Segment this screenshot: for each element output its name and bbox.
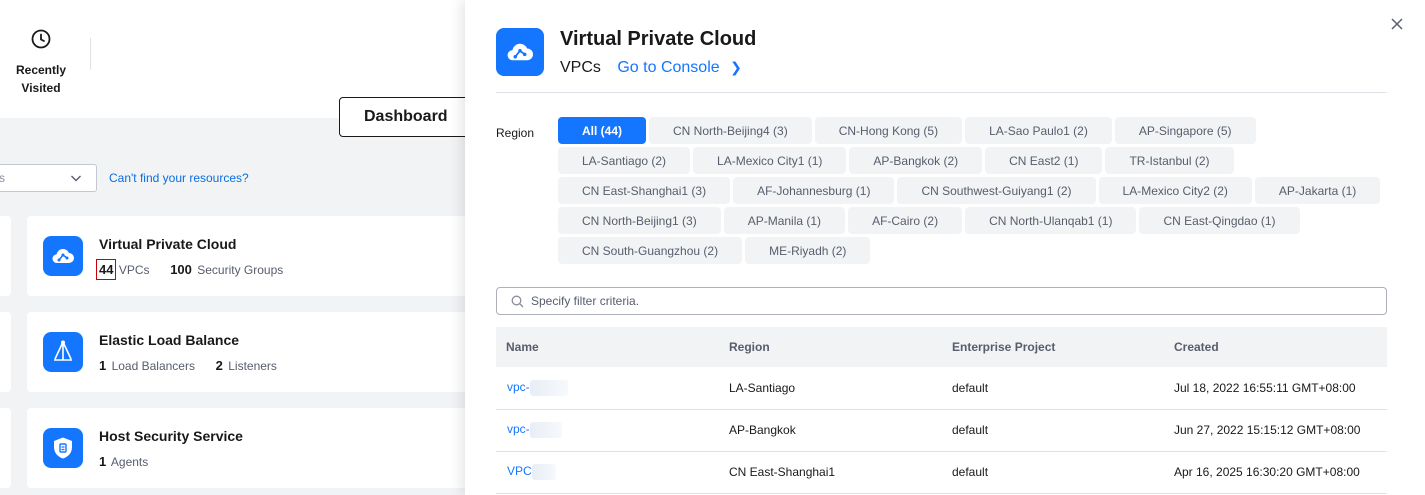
region-chip[interactable]: AP-Jakarta (1) [1254, 177, 1381, 204]
region-chip[interactable]: CN North-Beijing4 (3) [649, 117, 812, 144]
region-chip[interactable]: CN Southwest-Guiyang1 (2) [897, 177, 1096, 204]
vpc-count[interactable]: 44 [95, 259, 117, 280]
region-chip[interactable]: CN South-Guangzhou (2) [558, 237, 743, 264]
region-chip[interactable]: LA-Santiago (2) [558, 147, 691, 174]
dashboard-button[interactable]: Dashboard [339, 97, 474, 137]
header-divider [496, 92, 1387, 93]
agent-count[interactable]: 1 [99, 454, 106, 469]
vpc-count-label: VPCs [118, 263, 150, 277]
divider [90, 38, 91, 70]
region-chip[interactable]: ME-Riyadh (2) [745, 237, 871, 264]
load-balancer-label: Load Balancers [111, 359, 195, 373]
card-title: Elastic Load Balance [99, 332, 240, 348]
project-cell: default [942, 409, 1164, 452]
region-cell: AP-Bangkok [719, 409, 942, 452]
recently-visited-button[interactable]: Recently Visited [8, 28, 74, 97]
listener-label: Listeners [228, 359, 277, 373]
column-header-enterprise-project[interactable]: Enterprise Project [942, 327, 1164, 367]
vpc-name-link[interactable]: vpc- [496, 367, 719, 410]
background-page: Recently Visited Dashboard s Can't find … [0, 0, 474, 495]
region-chip[interactable]: AF-Cairo (2) [848, 207, 963, 234]
region-chip[interactable]: AP-Singapore (5) [1114, 117, 1256, 144]
load-balancer-count[interactable]: 1 [99, 358, 106, 373]
shield-icon [43, 428, 83, 468]
card-stats: 44 VPCs 100 Security Groups [95, 259, 284, 280]
vpc-table: Name Region Enterprise Project Created v… [496, 327, 1387, 494]
region-chip[interactable]: CN North-Beijing1 (3) [558, 207, 721, 234]
drawer-title: Virtual Private Cloud [560, 28, 757, 50]
filter-input[interactable]: Specify filter criteria. [496, 287, 1387, 315]
card-stub [0, 408, 11, 488]
cloud-vpc-icon [496, 28, 544, 76]
drawer-subtitle-row: VPCs Go to Console ❯ [560, 59, 742, 77]
chevron-down-icon [71, 175, 81, 182]
cant-find-resources-link[interactable]: Can't find your resources? [109, 171, 249, 185]
close-icon[interactable] [1389, 16, 1405, 32]
column-header-created[interactable]: Created [1164, 327, 1387, 367]
chevron-right-icon: ❯ [730, 59, 742, 75]
region-chip[interactable]: CN East-Qingdao (1) [1139, 207, 1300, 234]
search-icon [511, 295, 524, 308]
filter-placeholder: Specify filter criteria. [531, 294, 640, 308]
card-elastic-load-balance[interactable]: Elastic Load Balance 1 Load Balancers 2 … [27, 312, 472, 392]
region-label: Region [496, 126, 535, 140]
region-chip[interactable]: CN East-Shanghai1 (3) [558, 177, 731, 204]
resource-select-value: s [0, 171, 5, 185]
region-chip[interactable]: AP-Manila (1) [723, 207, 846, 234]
region-filter-chips: All (44) CN North-Beijing4 (3) CN-Hong Kon… [558, 117, 1388, 264]
region-chip[interactable]: LA-Sao Paulo1 (2) [965, 117, 1112, 144]
table-row: vpc- AP-Bangkok default Jun 27, 2022 15:… [496, 409, 1387, 452]
project-cell: default [942, 451, 1164, 494]
card-stub [0, 312, 11, 392]
go-to-console-link[interactable]: Go to Console [617, 59, 719, 76]
cloud-vpc-icon [43, 236, 83, 276]
region-chip[interactable]: LA-Mexico City2 (2) [1098, 177, 1252, 204]
card-title: Virtual Private Cloud [99, 236, 237, 252]
region-chip[interactable]: TR-Istanbul (2) [1105, 147, 1234, 174]
region-chip[interactable]: CN East2 (1) [985, 147, 1103, 174]
resource-select[interactable]: s [0, 164, 97, 192]
card-stats: 1 Agents [99, 454, 148, 469]
agent-label: Agents [110, 455, 149, 469]
column-header-name[interactable]: Name [496, 327, 719, 367]
created-cell: Jun 27, 2022 15:15:12 GMT+08:00 [1164, 409, 1387, 452]
load-balancer-icon [43, 332, 83, 372]
region-chip[interactable]: AF-Johannesburg (1) [733, 177, 895, 204]
column-header-region[interactable]: Region [719, 327, 942, 367]
clock-icon [31, 29, 51, 49]
region-cell: CN East-Shanghai1 [719, 451, 942, 494]
region-chip[interactable]: All (44) [558, 117, 647, 144]
vpc-name-link[interactable]: vpc- [496, 409, 719, 452]
region-chip[interactable]: CN North-Ulanqab1 (1) [965, 207, 1137, 234]
table-row: vpc- LA-Santiago default Jul 18, 2022 16… [496, 367, 1387, 410]
region-chip[interactable]: CN-Hong Kong (5) [814, 117, 963, 144]
recently-visited-label: Recently Visited [15, 63, 67, 95]
card-host-security-service[interactable]: Host Security Service 1 Agents [27, 408, 472, 488]
vpc-name-link[interactable]: VPC [496, 451, 719, 494]
created-cell: Apr 16, 2025 16:30:20 GMT+08:00 [1164, 451, 1387, 494]
region-chip[interactable]: LA-Mexico City1 (1) [693, 147, 847, 174]
security-group-label: Security Groups [197, 263, 284, 277]
card-title: Host Security Service [99, 428, 243, 444]
region-chip[interactable]: AP-Bangkok (2) [849, 147, 983, 174]
security-group-count[interactable]: 100 [170, 262, 192, 277]
card-virtual-private-cloud[interactable]: Virtual Private Cloud 44 VPCs 100 Securi… [27, 216, 472, 296]
table-header-row: Name Region Enterprise Project Created [496, 327, 1387, 367]
region-cell: LA-Santiago [719, 367, 942, 410]
table-row: VPC CN East-Shanghai1 default Apr 16, 20… [496, 451, 1387, 494]
drawer-subtitle: VPCs [560, 59, 601, 76]
card-stub [0, 216, 11, 296]
listener-count[interactable]: 2 [216, 358, 223, 373]
created-cell: Jul 18, 2022 16:55:11 GMT+08:00 [1164, 367, 1387, 410]
vpc-detail-drawer: Virtual Private Cloud VPCs Go to Console… [465, 0, 1425, 495]
card-stats: 1 Load Balancers 2 Listeners [99, 358, 277, 373]
project-cell: default [942, 367, 1164, 410]
